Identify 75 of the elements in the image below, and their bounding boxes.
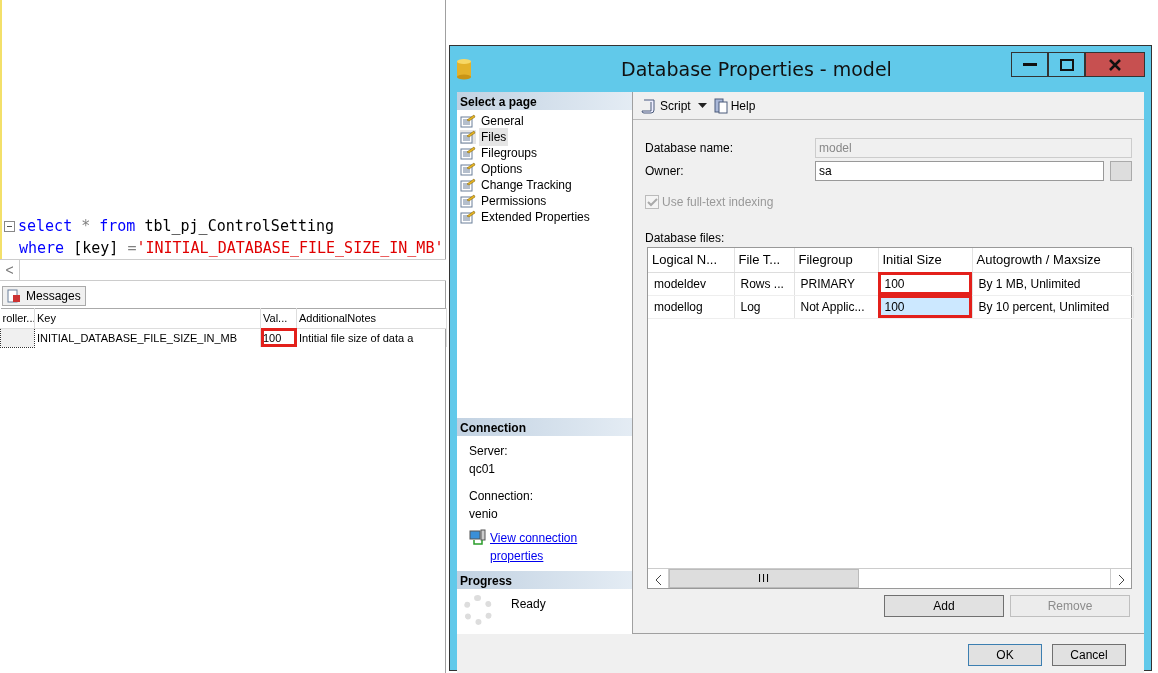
close-icon <box>1108 58 1122 71</box>
dropdown-caret-icon[interactable] <box>697 103 707 108</box>
field-label: Connection: <box>469 488 535 505</box>
table-cell: Log <box>734 295 794 318</box>
table-cell: modellog <box>648 295 734 318</box>
table-cell[interactable]: 100 <box>878 295 972 318</box>
column-header[interactable]: Logical N... <box>648 248 734 272</box>
chevron-left-icon <box>654 573 662 586</box>
page-icon <box>460 162 476 176</box>
field-value: qc01 <box>469 461 497 478</box>
section-header: Progress <box>457 571 632 589</box>
field-label: Owner: <box>645 163 685 180</box>
computer-icon <box>469 529 487 547</box>
table-cell: Rows ... <box>734 272 794 295</box>
dialog-button[interactable]: Cancel <box>1052 644 1126 666</box>
code-line: select * from tbl_pj_ControlSetting <box>18 216 335 237</box>
table-cell: 100 <box>260 328 297 347</box>
page-item[interactable]: Options <box>457 161 632 177</box>
table-cell: INITIAL_DATABASE_FILE_SIZE_IN_MB <box>34 328 261 347</box>
messages-tab[interactable]: Messages <box>2 286 86 306</box>
script-button[interactable]: Script <box>641 96 691 115</box>
column-header[interactable]: File T... <box>734 248 794 272</box>
section-header: Connection <box>457 418 632 436</box>
table-cell[interactable]: 100 <box>878 272 972 295</box>
tab-label: Messages <box>26 288 81 305</box>
maximize-button[interactable] <box>1048 52 1085 77</box>
field-label: Database name: <box>645 140 735 157</box>
checkbox-label: Use full-text indexing <box>662 194 774 211</box>
table-cell: Intitial file size of data a <box>296 328 447 347</box>
field-label: Server: <box>469 443 509 460</box>
code-line: where [key] ='INITIAL_DATABASE_FILE_SIZE_IN_MB' <box>19 238 444 259</box>
page-item[interactable]: Permissions <box>457 193 632 209</box>
table-cell: PRIMARY <box>794 272 878 295</box>
page-item[interactable]: Files <box>457 129 632 145</box>
window-title: Database Properties - model <box>620 56 893 82</box>
scroll-left-button[interactable]: < <box>0 260 20 280</box>
action-button[interactable]: Add <box>884 595 1004 617</box>
column-header[interactable]: AdditionalNotes <box>296 308 447 328</box>
column-header[interactable]: Autogrowth / Maxsize <box>972 248 1133 272</box>
table-cell: By 1 MB, Unlimited <box>972 272 1133 295</box>
page-item[interactable]: Filegroups <box>457 145 632 161</box>
page-icon <box>460 178 476 192</box>
column-header[interactable]: Val... <box>260 308 297 328</box>
section-label: Database files: <box>645 230 726 247</box>
maximize-icon <box>1059 58 1074 71</box>
close-button[interactable] <box>1085 52 1145 77</box>
page-icon <box>460 130 476 144</box>
view-connection-link[interactable]: View connection properties <box>490 529 590 565</box>
page-icon <box>460 194 476 208</box>
page-item[interactable]: Change Tracking <box>457 177 632 193</box>
page-item[interactable]: Extended Properties <box>457 209 632 225</box>
minimize-button[interactable] <box>1011 52 1048 77</box>
owner-field[interactable]: sa <box>815 161 1104 181</box>
table-cell: modeldev <box>648 272 734 295</box>
column-header[interactable]: Filegroup <box>794 248 878 272</box>
messages-icon <box>7 289 21 303</box>
scrollbar-thumb[interactable]: III <box>669 569 859 588</box>
section-header: Select a page <box>457 92 632 110</box>
page-icon <box>460 114 476 128</box>
page-icon <box>460 146 476 160</box>
column-header[interactable]: Key <box>34 308 261 328</box>
document-icon <box>713 97 728 114</box>
collapse-toggle-icon[interactable] <box>4 220 15 232</box>
table-cell: By 10 percent, Unlimited <box>972 295 1133 318</box>
spinner-icon <box>463 595 493 625</box>
field-value: venio <box>469 506 499 523</box>
status-text: Ready <box>511 596 546 613</box>
chevron-right-icon <box>1117 573 1125 586</box>
column-header[interactable]: Initial Size <box>878 248 972 272</box>
database-icon <box>456 58 472 80</box>
page-icon <box>460 210 476 224</box>
dialog-button[interactable]: OK <box>968 644 1042 666</box>
page-item[interactable]: General <box>457 113 632 129</box>
minimize-icon <box>1022 63 1037 66</box>
help-button[interactable]: Help <box>713 96 756 115</box>
